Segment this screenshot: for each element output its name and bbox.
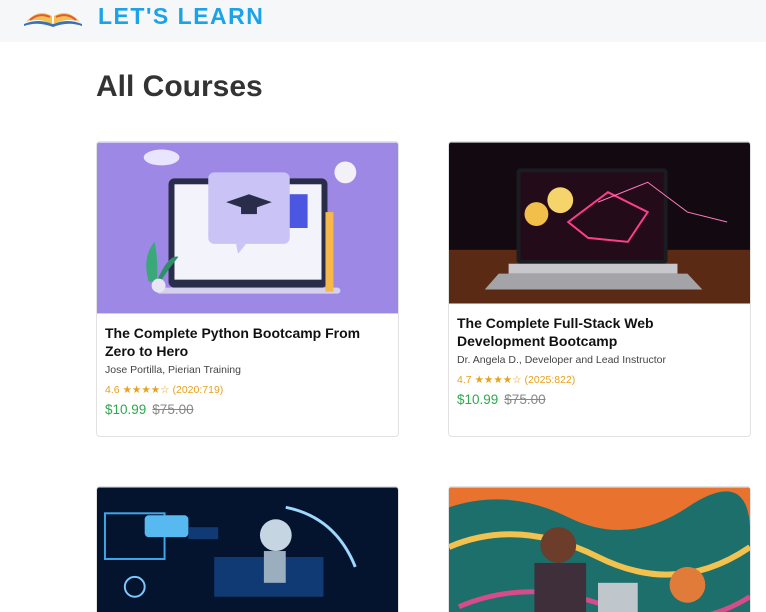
course-price: $10.99 [105, 402, 147, 417]
course-instructor: Jose Portilla, Pierian Training [105, 364, 241, 376]
course-thumbnail[interactable] [97, 487, 398, 612]
course-prices: $10.99 $75.00 [457, 392, 742, 407]
course-thumbnail[interactable] [449, 487, 750, 612]
course-title[interactable]: The Complete Full-Stack Web Development … [457, 314, 742, 350]
course-rating: 4.7 ★★★★☆ (2025:822) [457, 374, 576, 386]
course-prices: $10.99 $75.00 [105, 402, 390, 417]
course-card[interactable] [448, 486, 751, 612]
course-title[interactable]: The Complete Python Bootcamp From Zero t… [105, 324, 390, 360]
course-thumbnail[interactable] [449, 142, 750, 304]
top-navbar: LET'S LEARN [0, 0, 766, 42]
course-card[interactable] [96, 486, 399, 612]
course-card[interactable]: The Complete Python Bootcamp From Zero t… [96, 141, 399, 437]
page-title: All Courses [96, 70, 263, 103]
open-book-icon[interactable] [22, 4, 84, 28]
course-thumbnail[interactable] [97, 142, 398, 314]
course-instructor: Dr. Angela D., Developer and Lead Instru… [457, 354, 666, 366]
course-price: $10.99 [457, 392, 499, 407]
course-card[interactable]: The Complete Full-Stack Web Development … [448, 141, 751, 437]
course-rating: 4.6 ★★★★☆ (2020:719) [105, 384, 224, 396]
brand-name[interactable]: LET'S LEARN [98, 3, 264, 30]
course-old-price: $75.00 [504, 392, 546, 407]
course-old-price: $75.00 [152, 402, 194, 417]
